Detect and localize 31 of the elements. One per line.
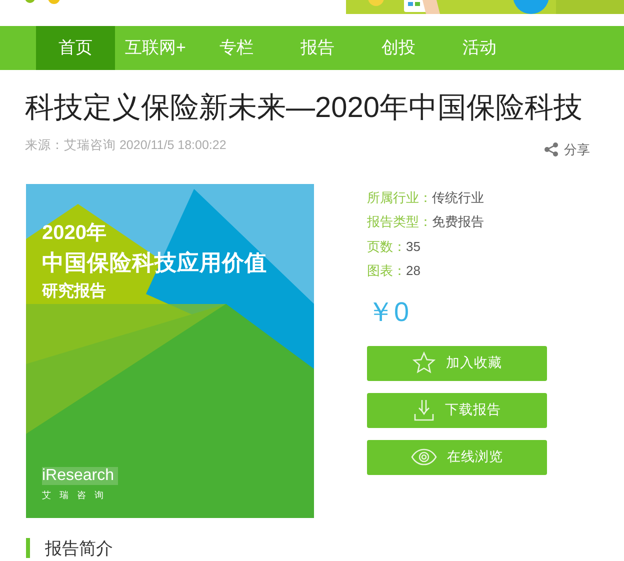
nav-tab[interactable]: 活动	[439, 26, 520, 70]
nav-tab[interactable]: 报告	[277, 26, 358, 70]
detail-label: 图表：	[367, 262, 406, 280]
detail-value: 传统行业	[432, 188, 484, 206]
detail-label: 页数：	[367, 238, 406, 256]
favorite-button[interactable]: 加入收藏	[367, 346, 547, 380]
cover-year: 2020年	[42, 220, 108, 246]
section-marker	[26, 538, 30, 558]
download-button[interactable]: 下载报告	[367, 392, 547, 428]
section-title: 报告简介	[45, 538, 113, 560]
nav-tab[interactable]: 创投	[358, 26, 439, 70]
detail-value: 免费报告	[432, 213, 484, 231]
star-icon	[412, 351, 436, 375]
view-button[interactable]: 在线浏览	[367, 440, 547, 474]
detail-label: 所属行业：	[367, 188, 432, 206]
share-link[interactable]: 分享	[544, 140, 590, 160]
nav-tab[interactable]: 专栏	[196, 26, 277, 70]
share-icon	[544, 142, 559, 158]
price: ￥0	[367, 296, 410, 328]
download-icon	[413, 398, 435, 422]
article-meta: 来源：艾瑞咨询 2020/11/5 18:00:22	[25, 137, 226, 154]
nav-tab[interactable]: 互联网+	[115, 26, 196, 70]
detail-value: 35	[406, 238, 420, 256]
eye-icon	[411, 448, 437, 466]
article-title: 科技定义保险新未来—2020年中国保险科技	[25, 91, 584, 126]
nav-tab[interactable]: 首页	[36, 26, 115, 70]
detail-label: 报告类型：	[367, 213, 432, 231]
cover-subtitle: 研究报告	[42, 281, 107, 302]
cover-brand: iResearch	[42, 466, 118, 484]
cover-brand-sub: 艾 瑞 咨 询	[42, 488, 108, 502]
detail-value: 28	[406, 262, 420, 280]
